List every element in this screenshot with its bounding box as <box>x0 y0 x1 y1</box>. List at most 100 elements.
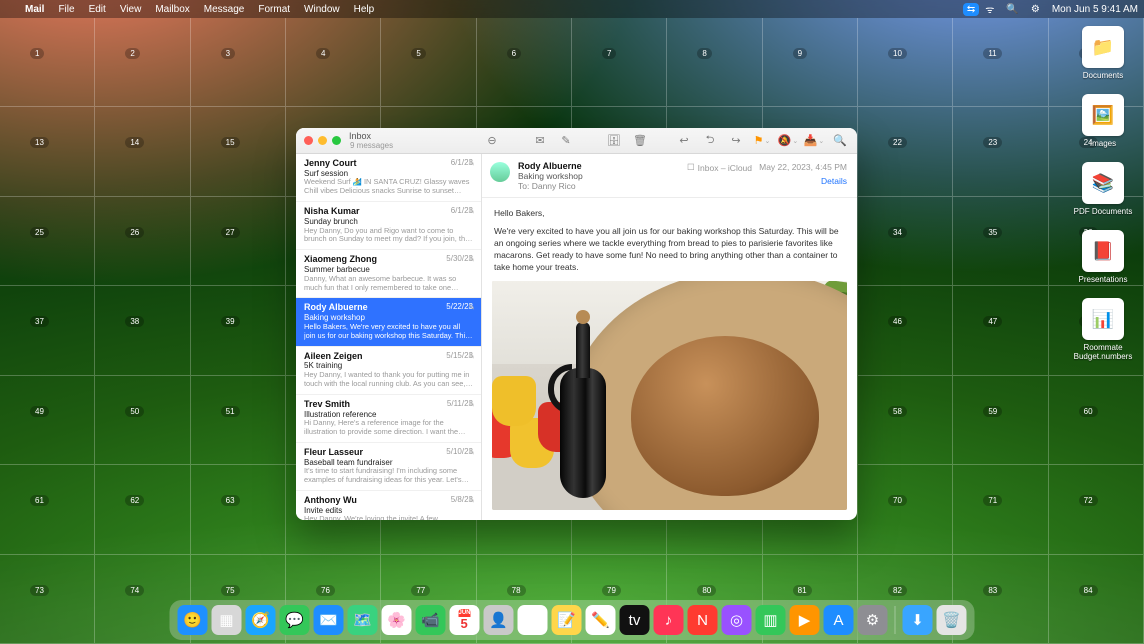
message-row[interactable]: ✎5/22/23Rody AlbuerneBaking workshopHell… <box>296 298 481 346</box>
dock-facetime[interactable]: 📹 <box>416 605 446 635</box>
dock-mail[interactable]: ✉️ <box>314 605 344 635</box>
row-subject: Baseball team fundraiser <box>304 458 473 468</box>
window-minimize[interactable] <box>318 136 327 145</box>
message-row[interactable]: ✎6/1/23Nisha KumarSunday brunchHey Danny… <box>296 202 481 250</box>
menu-format[interactable]: Format <box>251 4 297 15</box>
file-icon: 📚 <box>1082 162 1124 204</box>
wifi-icon[interactable]: ᯤ <box>979 2 1000 16</box>
mute-icon[interactable]: 🔕⌄ <box>779 132 797 150</box>
flag-icon[interactable]: ⚑⌄ <box>753 132 771 150</box>
spotlight-icon[interactable]: 🔍 <box>1000 4 1024 15</box>
dock-maps[interactable]: 🗺️ <box>348 605 378 635</box>
dock-calendar[interactable]: JUN5 <box>450 605 480 635</box>
row-subject: Summer barbecue <box>304 265 473 275</box>
dock-reminders[interactable]: ≣ <box>518 605 548 635</box>
desktop-icons: 📁 Documents 🖼️Images 📚 PDF Documents 📕Present… <box>1068 26 1138 375</box>
dock-appstore[interactable]: A <box>824 605 854 635</box>
reply-icon[interactable]: ↩︎ <box>675 132 693 150</box>
mail-titlebar: Inbox 9 messages ⊖ ✉︎ ✎ 🗄︎ 🗑︎ ↩︎ ⮌ ↪︎ ⚑⌄… <box>296 128 857 154</box>
dock-photos[interactable]: 🌸 <box>382 605 412 635</box>
window-zoom[interactable] <box>332 136 341 145</box>
menu-mailbox[interactable]: Mailbox <box>148 4 196 15</box>
dock-downloads[interactable]: ⬇︎ <box>903 605 933 635</box>
draft-indicator-icon: ✎ <box>468 496 475 506</box>
menubar-clock[interactable]: Mon Jun 5 9:41 AM <box>1046 4 1144 15</box>
row-subject: Illustration reference <box>304 410 473 420</box>
menubar-app-name[interactable]: Mail <box>18 4 51 15</box>
message-row[interactable]: ✎5/15/23Aileen Zeigen5K trainingHey Dann… <box>296 347 481 395</box>
compose-new-icon[interactable]: ✎ <box>557 132 575 150</box>
menu-help[interactable]: Help <box>347 4 382 15</box>
forward-icon[interactable]: ↪︎ <box>727 132 745 150</box>
row-from: Nisha Kumar <box>304 206 360 216</box>
dock-finder[interactable]: 🙂 <box>178 605 208 635</box>
archive-icon[interactable]: 🗄︎ <box>605 132 623 150</box>
desktop-item-presentations[interactable]: 📕Presentations <box>1068 230 1138 284</box>
row-preview: Hello Bakers, We're very excited to have… <box>304 323 473 341</box>
search-icon[interactable]: 🔍 <box>831 132 849 150</box>
draft-indicator-icon: ✎ <box>468 159 475 169</box>
compose-icon[interactable]: ✉︎ <box>531 132 549 150</box>
window-close[interactable] <box>304 136 313 145</box>
menu-edit[interactable]: Edit <box>82 4 113 15</box>
dock-messages[interactable]: 💬 <box>280 605 310 635</box>
menu-view[interactable]: View <box>113 4 149 15</box>
control-center-icon[interactable]: ⚙ <box>1025 4 1046 15</box>
message-row[interactable]: ✎6/1/23Jenny CourtSurf sessionWeekend Su… <box>296 154 481 202</box>
file-label: PDF Documents <box>1074 207 1133 216</box>
message-row[interactable]: ✎5/8/23Anthony WuInvite editsHey Danny, … <box>296 491 481 520</box>
row-preview: Hey Danny, Do you and Rigo want to come … <box>304 227 473 245</box>
desktop-item-pdf-documents[interactable]: 📚 PDF Documents <box>1068 162 1138 216</box>
desktop-item-roommate-budget-numbers[interactable]: 📊Roommate Budget.numbers <box>1068 298 1138 361</box>
details-link[interactable]: Details <box>821 176 847 186</box>
message-row[interactable]: ✎5/30/23Xiaomeng ZhongSummer barbecueDan… <box>296 250 481 298</box>
menu-window[interactable]: Window <box>297 4 347 15</box>
move-icon[interactable]: 📥⌄ <box>805 132 823 150</box>
filter-icon[interactable]: ⊖ <box>483 132 501 150</box>
row-subject: Surf session <box>304 169 473 179</box>
dock-settings[interactable]: ⚙︎ <box>858 605 888 635</box>
message-list[interactable]: ✎6/1/23Jenny CourtSurf sessionWeekend Su… <box>296 154 482 520</box>
dock-freeform[interactable]: ✏️ <box>586 605 616 635</box>
reply-all-icon[interactable]: ⮌ <box>701 132 719 150</box>
row-preview: Danny, What an awesome barbecue. It was … <box>304 275 473 293</box>
message-attachment-image <box>492 281 847 510</box>
desktop-item-images[interactable]: 🖼️Images <box>1068 94 1138 148</box>
dock-launchpad[interactable]: ▦ <box>212 605 242 635</box>
row-from: Jenny Court <box>304 158 357 168</box>
dock-numbers[interactable]: ▥ <box>756 605 786 635</box>
row-subject: Sunday brunch <box>304 217 473 227</box>
screen-mirroring-icon[interactable]: ⇆ <box>963 3 979 16</box>
inbox-badge-icon: ☐ <box>687 162 695 173</box>
dock-separator <box>895 606 896 634</box>
dock-contacts[interactable]: 👤 <box>484 605 514 635</box>
dock-notes[interactable]: 📝 <box>552 605 582 635</box>
mail-window: Inbox 9 messages ⊖ ✉︎ ✎ 🗄︎ 🗑︎ ↩︎ ⮌ ↪︎ ⚑⌄… <box>296 128 857 520</box>
dock-podcasts[interactable]: ◎ <box>722 605 752 635</box>
desktop-item-documents[interactable]: 📁 Documents <box>1068 26 1138 80</box>
menu-message[interactable]: Message <box>197 4 252 15</box>
menubar: Mail FileEditViewMailboxMessageFormatWin… <box>0 0 1144 18</box>
dock-keynote[interactable]: ▶ <box>790 605 820 635</box>
file-icon: 📁 <box>1082 26 1124 68</box>
dock-trash[interactable]: 🗑️ <box>937 605 967 635</box>
delete-icon[interactable]: 🗑︎ <box>631 132 649 150</box>
row-from: Trev Smith <box>304 399 350 409</box>
file-label: Roommate Budget.numbers <box>1069 343 1137 361</box>
row-preview: Weekend Surf 🏄 IN SANTA CRUZ! Glassy wav… <box>304 178 473 196</box>
dock-tv[interactable]: tv <box>620 605 650 635</box>
draft-indicator-icon: ✎ <box>468 303 475 313</box>
file-label: Documents <box>1083 71 1123 80</box>
sender-avatar <box>490 162 510 182</box>
dock-music[interactable]: ♪ <box>654 605 684 635</box>
row-preview: Hi Danny, Here's a reference image for t… <box>304 419 473 437</box>
row-from: Aileen Zeigen <box>304 351 363 361</box>
message-paragraph: We're very excited to have you all join … <box>494 226 845 274</box>
message-row[interactable]: ✎5/10/23Fleur LasseurBaseball team fundr… <box>296 443 481 491</box>
dock-news[interactable]: N <box>688 605 718 635</box>
message-row[interactable]: ✎5/11/23Trev SmithIllustration reference… <box>296 395 481 443</box>
menu-file[interactable]: File <box>51 4 81 15</box>
dock-safari[interactable]: 🧭 <box>246 605 276 635</box>
row-subject: Invite edits <box>304 506 473 516</box>
message-pane: Rody Albuerne Baking workshop To: Danny … <box>482 154 857 520</box>
